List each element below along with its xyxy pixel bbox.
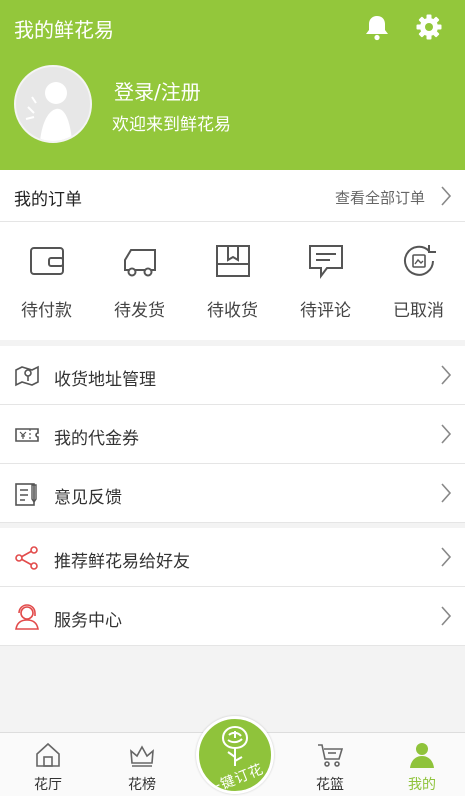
tab-ranking[interactable]: 花榜 — [102, 733, 182, 796]
settings-menu-list: 收货地址管理 我的代金券 意见反馈 — [0, 346, 465, 523]
cart-icon — [318, 744, 344, 767]
feedback-icon — [15, 483, 37, 506]
box-icon — [215, 245, 250, 277]
order-status-pending-shipment[interactable]: 待发货 — [93, 222, 186, 340]
menu-item-label: 我的代金券 — [54, 429, 139, 449]
chevron-right-icon — [441, 424, 452, 444]
service-icon — [15, 604, 39, 630]
order-status-label: 待评论 — [300, 301, 351, 321]
welcome-text: 欢迎来到鲜花易 — [112, 115, 231, 135]
menu-item-recommend[interactable]: 推荐鲜花易给好友 — [0, 528, 465, 587]
crown-icon — [130, 745, 154, 767]
voucher-icon — [15, 428, 39, 442]
menu-item-label: 服务中心 — [54, 611, 122, 631]
menu-item-address[interactable]: 收货地址管理 — [0, 346, 465, 405]
chevron-right-icon — [441, 606, 452, 626]
menu-item-service-center[interactable]: 服务中心 — [0, 587, 465, 646]
share-service-menu-list: 推荐鲜花易给好友 服务中心 — [0, 528, 465, 646]
my-orders-title: 我的订单 — [14, 190, 82, 210]
wallet-icon — [29, 247, 64, 275]
menu-item-label: 意见反馈 — [54, 488, 122, 508]
one-click-order-button[interactable]: 一键订花 — [196, 716, 274, 794]
chevron-right-icon — [441, 186, 452, 206]
my-orders-bar[interactable]: 我的订单 查看全部订单 — [0, 170, 465, 222]
order-status-label: 已取消 — [393, 301, 444, 321]
chevron-right-icon — [441, 365, 452, 385]
share-icon — [15, 546, 38, 570]
order-status-pending-review[interactable]: 待评论 — [279, 222, 372, 340]
user-icon — [410, 743, 434, 768]
chevron-right-icon — [441, 483, 452, 503]
menu-item-voucher[interactable]: 我的代金券 — [0, 405, 465, 464]
order-status-label: 待收货 — [207, 301, 258, 321]
bell-icon[interactable] — [362, 12, 392, 42]
order-status-grid: 待付款 待发货 待收货 待评论 已取消 — [0, 222, 465, 340]
tab-mine[interactable]: 我的 — [382, 733, 462, 796]
tab-label: 花榜 — [128, 777, 156, 793]
avatar[interactable] — [14, 65, 92, 143]
tab-label: 花篮 — [316, 777, 344, 793]
order-status-label: 待发货 — [114, 301, 165, 321]
truck-icon — [123, 249, 156, 277]
profile-header: 我的鲜花易 登录/注册 欢迎来到鲜花易 — [0, 0, 465, 170]
chevron-right-icon — [441, 547, 452, 567]
order-status-pending-payment[interactable]: 待付款 — [0, 222, 93, 340]
order-status-label: 待付款 — [21, 301, 72, 321]
menu-item-feedback[interactable]: 意见反馈 — [0, 464, 465, 523]
comment-icon — [308, 245, 343, 279]
view-all-orders-link[interactable]: 查看全部订单 — [335, 187, 425, 208]
login-register-link[interactable]: 登录/注册 — [114, 76, 201, 105]
tab-basket[interactable]: 花篮 — [290, 733, 370, 796]
order-status-cancelled[interactable]: 已取消 — [372, 222, 465, 340]
tab-hall[interactable]: 花厅 — [8, 733, 88, 796]
menu-item-label: 收货地址管理 — [54, 370, 156, 390]
avatar-silhouette-icon — [25, 82, 72, 141]
tab-label: 我的 — [408, 777, 436, 793]
menu-item-label: 推荐鲜花易给好友 — [54, 552, 190, 572]
home-icon — [36, 742, 60, 767]
page-title: 我的鲜花易 — [14, 18, 114, 42]
order-status-pending-receipt[interactable]: 待收货 — [186, 222, 279, 340]
cancel-icon — [403, 245, 436, 276]
tab-label: 花厅 — [34, 777, 62, 793]
map-icon — [15, 365, 39, 387]
gear-icon[interactable] — [414, 12, 444, 42]
